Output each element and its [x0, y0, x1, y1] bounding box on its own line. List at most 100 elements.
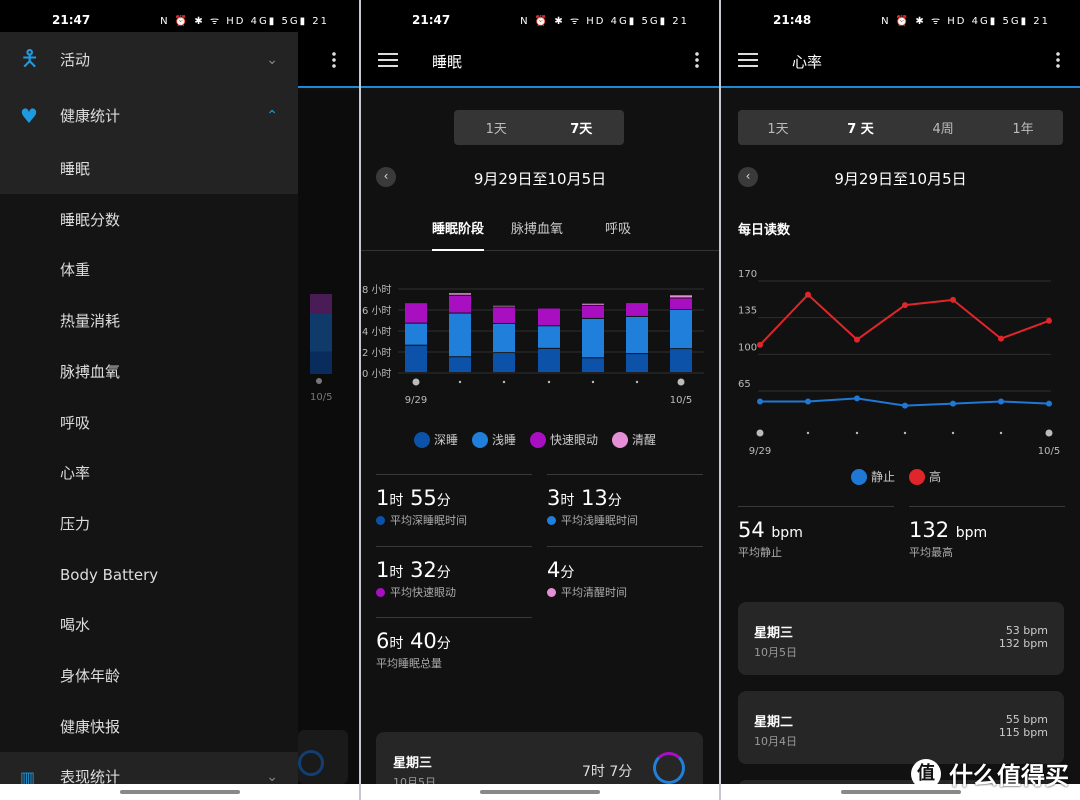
menu-icon[interactable] [738, 53, 758, 67]
y-tick-label: 6 小时 [362, 305, 392, 317]
data-point-resting [1046, 400, 1052, 407]
y-tick-label: 0 小时 [362, 368, 392, 380]
y-tick-label: 65 [738, 379, 751, 390]
data-point-high [998, 335, 1004, 342]
range-7d[interactable]: 7天 [570, 118, 592, 137]
divider [376, 474, 532, 475]
tabs: 睡眠阶段 脉搏血氧 呼吸 [361, 217, 719, 251]
bar-segment-awake [670, 295, 692, 298]
background-card [298, 730, 348, 784]
y-tick-label: 8 小时 [362, 284, 392, 296]
legend-dot [376, 588, 385, 597]
drawer-item-activity[interactable]: 🯅 活动 ⌄ [0, 32, 298, 88]
x-tick-dot [635, 380, 639, 384]
drawer-item[interactable]: 热量消耗 [0, 296, 298, 346]
drawer-item[interactable]: 睡眠分数 [0, 195, 298, 245]
section-title: 每日读数 [738, 223, 791, 238]
bar-segment-rem [670, 298, 692, 309]
menu-icon[interactable] [378, 53, 398, 67]
drawer-item[interactable]: 身体年龄 [0, 651, 298, 701]
y-tick-label: 100 [738, 342, 757, 353]
drawer-item-health-stats[interactable]: ♥ 健康统计 ⌃ [0, 88, 298, 144]
data-point-resting [854, 395, 860, 402]
status-bar: 21:47 N ⏰ ✱ ᯤ HD 4G▮ 5G▮ 21 [0, 0, 359, 32]
bar-segment-deep [449, 357, 471, 372]
range-1d[interactable]: 1天 [767, 118, 788, 137]
sleep-stage-chart: 0 小时 2 小时 4 小时 6 小时 8 小时 9/29 10/5 [362, 284, 704, 406]
chevron-up-icon: ⌃ [266, 108, 278, 124]
card-values: 55 bpm 115 bpm [998, 713, 1048, 739]
page-title: 睡眠 [432, 53, 463, 71]
divider [376, 617, 532, 618]
x-tick-dot [903, 431, 907, 435]
drawer-item[interactable]: Body Battery [0, 550, 298, 600]
day-card[interactable]: 星期三 10月5日 53 bpm 132 bpm [738, 602, 1064, 675]
drawer-item[interactable]: 健康快报 [0, 702, 298, 752]
x-tick-dot [547, 380, 551, 384]
bar-segment-light [538, 326, 560, 348]
drawer-item-label: 活动 [60, 51, 91, 69]
x-tick-dot [502, 380, 506, 384]
drawer-item[interactable]: 喝水 [0, 600, 298, 650]
more-icon[interactable] [1056, 51, 1060, 69]
x-tick-dot [677, 378, 685, 386]
legend-resting: 静止 [851, 468, 895, 485]
bar-segment-light [449, 313, 471, 357]
tab-pulse-ox[interactable]: 脉搏血氧 [511, 218, 563, 237]
stat-resting: 54 bpm 平均静止 [738, 518, 803, 559]
app-header: 心率 [721, 32, 1080, 88]
bar-segment-deep [493, 353, 515, 372]
status-icons: N ⏰ ✱ ᯤ HD 4G▮ 5G▮ 21 [881, 16, 1050, 27]
sleep-stat: 1时 55分 平均深睡眠时间 [376, 486, 467, 527]
card-day: 星期三 [393, 756, 433, 771]
sleep-screen: 21:47 N ⏰ ✱ ᯤ HD 4G▮ 5G▮ 21 睡眠 1天 7天 ‹ 9… [361, 0, 719, 800]
bar-segment-rem [538, 308, 560, 326]
bar-segment-deep [405, 345, 427, 372]
x-tick-label: 10/5 [670, 395, 692, 406]
day-card[interactable]: 星期二 10月4日 55 bpm 115 bpm [738, 691, 1064, 764]
bar-segment-light [670, 310, 692, 349]
range-4w[interactable]: 4周 [932, 118, 953, 137]
drawer-item-label: 健康统计 [60, 107, 121, 125]
date-range: 9月29日至10月5日 [834, 170, 967, 188]
sleep-stat: 1时 32分 平均快速眼动 [376, 558, 456, 599]
divider [376, 546, 532, 547]
more-icon[interactable] [695, 51, 699, 69]
x-tick-dot [951, 431, 955, 435]
divider [909, 506, 1065, 507]
drawer-item[interactable]: 心率 [0, 448, 298, 498]
drawer-item[interactable]: 睡眠 [0, 144, 298, 194]
bar-segment-awake [449, 293, 471, 295]
data-point-high [854, 336, 860, 343]
x-tick-dot [806, 431, 810, 435]
more-icon [332, 51, 336, 69]
x-tick-label: 9/29 [405, 395, 427, 406]
background-bar [310, 294, 332, 374]
gesture-bar [361, 784, 719, 800]
range-7d[interactable]: 7 天 [847, 118, 874, 137]
drawer-item[interactable]: 脉搏血氧 [0, 347, 298, 397]
x-tick-dot [412, 378, 420, 386]
bar-segment-rem [626, 303, 648, 316]
legend-deep: 深睡 [414, 431, 458, 448]
heart-rate-chart: 65 100 135 170 9/29 10/5 [738, 269, 1060, 457]
gesture-bar [0, 784, 359, 800]
range-1y[interactable]: 1年 [1012, 118, 1033, 137]
range-1d[interactable]: 1天 [486, 118, 507, 137]
legend-rem: 快速眼动 [530, 431, 598, 448]
bar-segment-awake [582, 303, 604, 305]
tab-sleep-stages[interactable]: 睡眠阶段 [432, 218, 485, 251]
background-header [298, 32, 359, 88]
background-date: 10/5 [310, 392, 333, 403]
drawer-item[interactable]: 压力 [0, 499, 298, 549]
data-point-resting [757, 398, 763, 405]
tab-respiration[interactable]: 呼吸 [605, 218, 631, 237]
x-tick-dot [999, 431, 1003, 435]
bar-segment-light [405, 323, 427, 345]
bar-segment-deep [582, 358, 604, 372]
drawer-item[interactable]: 体重 [0, 245, 298, 295]
card-total: 7时 7分 [582, 764, 633, 780]
data-point-high [757, 341, 763, 348]
drawer-item[interactable]: 呼吸 [0, 398, 298, 448]
clock: 21:48 [773, 13, 812, 27]
